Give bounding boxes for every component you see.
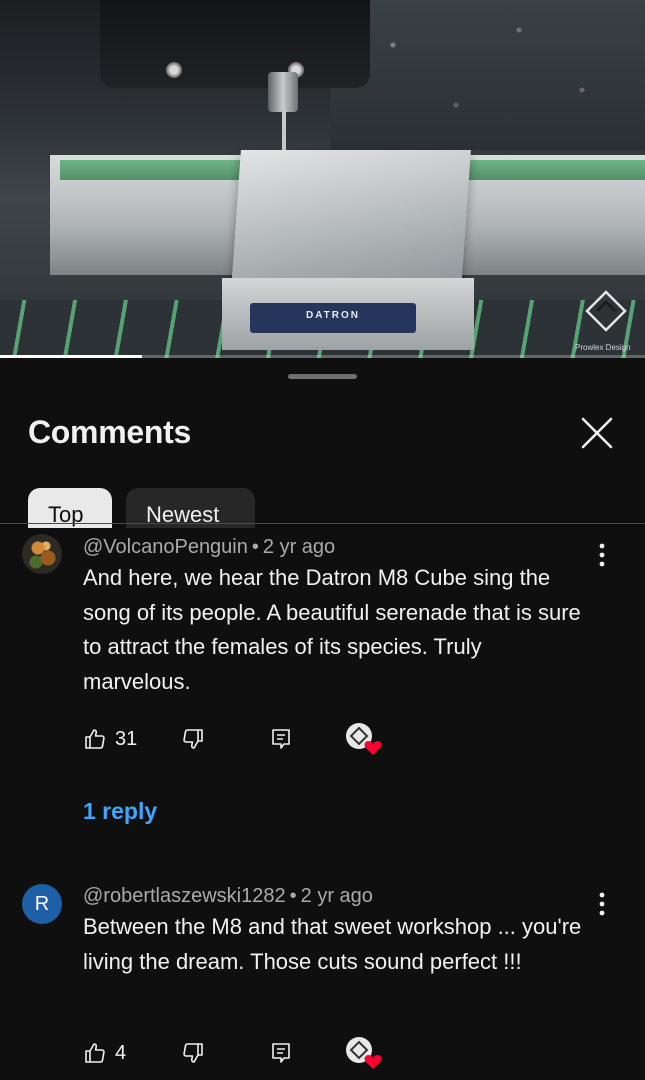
like-button[interactable]: 31	[83, 724, 137, 754]
comment-meta: @robertlaszewski1282 • 2 yr ago	[83, 885, 373, 908]
watermark-text: Prowlex Design	[575, 343, 631, 352]
tab-top[interactable]: Top	[28, 488, 112, 528]
avatar[interactable]: R	[22, 884, 62, 924]
drag-handle[interactable]	[288, 374, 357, 379]
comment-author[interactable]: @robertlaszewski1282	[83, 885, 286, 907]
comment-author[interactable]: @VolcanoPenguin	[83, 536, 248, 558]
comment-text: Between the M8 and that sweet workshop .…	[83, 914, 582, 974]
bolt	[166, 62, 182, 78]
comment-time: 2 yr ago	[300, 885, 373, 907]
comment-meta: @VolcanoPenguin • 2 yr ago	[83, 536, 335, 559]
comment-text: And here, we hear the Datron M8 Cube sin…	[83, 565, 581, 694]
reply-icon	[272, 1043, 290, 1063]
meta-separator: •	[251, 536, 259, 558]
more-options-icon[interactable]	[590, 542, 614, 568]
spindle	[268, 72, 298, 112]
thumbs-up-icon	[85, 729, 105, 749]
reply-button[interactable]	[269, 724, 293, 754]
spindle-head	[100, 0, 370, 88]
comments-sheet: Comments Top Newest @VolcanoPenguin • 2 yr…	[0, 358, 645, 1080]
avatar[interactable]	[22, 534, 62, 574]
creator-heart-icon	[346, 723, 382, 755]
thumbs-down-icon	[183, 1043, 203, 1063]
creator-heart-icon	[346, 1037, 382, 1069]
like-button[interactable]: 4	[83, 1038, 126, 1068]
more-options-icon[interactable]	[590, 891, 614, 917]
reply-button[interactable]	[269, 1038, 293, 1068]
reply-icon	[272, 729, 290, 749]
like-count: 31	[115, 727, 138, 750]
tab-newest[interactable]: Newest	[126, 488, 255, 528]
video-player[interactable]: DATRON Prowlex Design	[0, 0, 645, 358]
workpiece-block	[231, 150, 471, 290]
video-background	[330, 0, 645, 150]
meta-separator: •	[289, 885, 297, 907]
view-replies-link[interactable]: 1 reply	[83, 798, 157, 825]
close-icon[interactable]	[578, 414, 616, 452]
watermark-logo-icon	[585, 290, 627, 332]
thumbs-up-icon	[85, 1043, 105, 1063]
brand-plate-text: DATRON	[305, 310, 361, 321]
sheet-title: Comments	[28, 414, 191, 450]
divider	[0, 523, 645, 524]
comment-actions: 4	[83, 1037, 403, 1069]
dislike-button[interactable]	[181, 724, 205, 754]
comment-time: 2 yr ago	[262, 536, 336, 558]
like-count: 4	[115, 1041, 127, 1064]
comment-actions: 31	[83, 723, 403, 755]
thumbs-down-icon	[183, 729, 203, 749]
dislike-button[interactable]	[181, 1038, 205, 1068]
